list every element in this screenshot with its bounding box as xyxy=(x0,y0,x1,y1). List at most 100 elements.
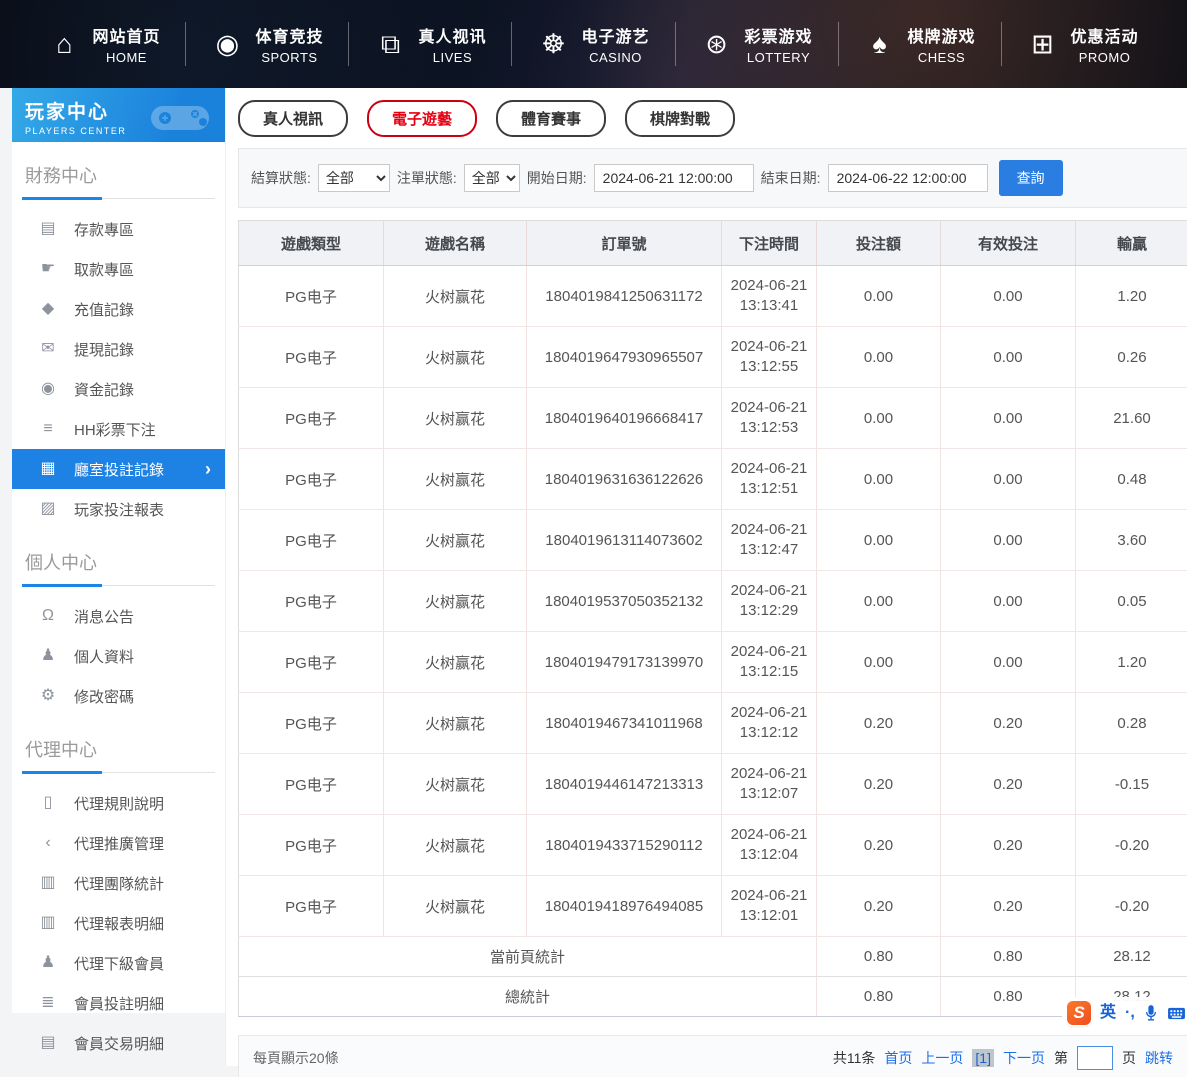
sidebar-item-deposit-card[interactable]: ▤存款專區 xyxy=(12,209,225,249)
sidebar-item-withdraw-record[interactable]: ✉提現記錄 xyxy=(12,329,225,369)
cell-win-loss: 0.28 xyxy=(1076,693,1187,754)
room-bet-record-icon: ▦ xyxy=(39,461,57,477)
settle-status-select[interactable]: 全部 xyxy=(318,164,390,192)
bet-time: 13:12:15 xyxy=(724,662,814,682)
cell-game-type: PG电子 xyxy=(239,266,384,327)
page-jump-input[interactable] xyxy=(1077,1046,1113,1070)
microphone-icon[interactable] xyxy=(1144,1004,1158,1022)
cell-valid-bet: 0.20 xyxy=(941,754,1076,815)
table-row: PG电子火树赢花18040196479309655072024-06-2113:… xyxy=(239,327,1187,388)
bet-time: 13:12:04 xyxy=(724,845,814,865)
cell-bet-amount: 0.00 xyxy=(817,327,941,388)
bet-time: 13:12:55 xyxy=(724,357,814,377)
order-status-select[interactable]: 全部 xyxy=(464,164,520,192)
sidebar-item-lottery-bet[interactable]: ≡HH彩票下注 xyxy=(12,409,225,449)
sidebar-item-withdraw-hand[interactable]: ☛取款專區 xyxy=(12,249,225,289)
cell-win-loss: 1.20 xyxy=(1076,632,1187,693)
sidebar: 玩家中心 PLAYERS CENTER 財務中心▤存款專區☛取款專區◆充值記錄✉… xyxy=(12,88,225,1013)
cell-bet-amount: 0.00 xyxy=(817,266,941,327)
cell-valid-bet: 0.00 xyxy=(941,388,1076,449)
sidebar-item-rules-doc[interactable]: ▯代理規則說明 xyxy=(12,783,225,823)
end-date-input[interactable] xyxy=(828,164,988,192)
nav-item-promo[interactable]: ⊞优惠活动PROMO xyxy=(1002,23,1164,65)
cell-game-name: 火树赢花 xyxy=(384,632,527,693)
first-page-link[interactable]: 首页 xyxy=(884,1048,912,1068)
nav-item-sports[interactable]: ◉体育竞技SPORTS xyxy=(186,23,348,65)
cell-bet-time: 2024-06-2113:12:15 xyxy=(722,632,817,693)
sidebar-item-room-bet-record[interactable]: ▦廳室投註記錄› xyxy=(12,449,225,489)
sidebar-item-gear[interactable]: ⚙修改密碼 xyxy=(12,676,225,716)
sidebar-item-player-report[interactable]: ▨玩家投注報表 xyxy=(12,489,225,529)
cell-order-no: 1804019467341011968 xyxy=(527,693,722,754)
sidebar-item-profile-person[interactable]: ♟個人資料 xyxy=(12,636,225,676)
nav-item-lives[interactable]: ⧉真人视讯LIVES xyxy=(349,23,511,65)
grand-total-row: 總統計0.800.8028.12 xyxy=(239,977,1187,1017)
keyboard-icon[interactable] xyxy=(1167,1006,1186,1021)
nav-item-chess[interactable]: ♠棋牌游戏CHESS xyxy=(839,23,1001,65)
cell-order-no: 1804019479173139970 xyxy=(527,632,722,693)
cell-bet-amount: 0.00 xyxy=(817,388,941,449)
cell-valid-bet: 0.00 xyxy=(941,327,1076,388)
cell-bet-amount: 0.20 xyxy=(817,815,941,876)
start-date-input[interactable] xyxy=(594,164,754,192)
sidebar-item-sub-members[interactable]: ♟代理下級會員 xyxy=(12,943,225,983)
nav-item-home[interactable]: ⌂网站首页HOME xyxy=(23,23,185,65)
cell-game-name: 火树赢花 xyxy=(384,693,527,754)
spade-icon: ♠ xyxy=(864,31,896,58)
nav-item-label-en: LOTTERY xyxy=(745,50,813,65)
table-row: PG电子火树赢花18040198412506311722024-06-2113:… xyxy=(239,266,1187,327)
sidebar-item-report-detail[interactable]: ▥代理報表明細 xyxy=(12,903,225,943)
cell-bet-amount: 0.20 xyxy=(817,876,941,937)
cell-win-loss: -0.15 xyxy=(1076,754,1187,815)
cell-bet-time: 2024-06-2113:12:51 xyxy=(722,449,817,510)
table-row: PG电子火树赢花18040195370503521322024-06-2113:… xyxy=(239,571,1187,632)
pagination-bar: 每頁顯示20條 共11条 首页 上一页 [1] 下一页 第 页 跳转 xyxy=(238,1035,1187,1077)
nav-item-label-en: CASINO xyxy=(581,50,649,65)
bet-date: 2024-06-21 xyxy=(724,581,814,601)
content: 玩家中心 PLAYERS CENTER 財務中心▤存款專區☛取款專區◆充值記錄✉… xyxy=(0,88,1187,1066)
bet-date: 2024-06-21 xyxy=(724,276,814,296)
cell-game-name: 火树赢花 xyxy=(384,510,527,571)
cell-bet-amount: 0.20 xyxy=(817,754,941,815)
ime-punctuation-icon[interactable]: ·, xyxy=(1125,1005,1135,1021)
tab-體育賽事[interactable]: 體育賽事 xyxy=(496,100,606,137)
nav-item-label-en: HOME xyxy=(92,50,160,65)
cell-game-type: PG电子 xyxy=(239,571,384,632)
sidebar-item-recharge-record[interactable]: ◆充值記錄 xyxy=(12,289,225,329)
cell-win-loss: 1.20 xyxy=(1076,266,1187,327)
sidebar-item-announcement-bell[interactable]: Ω消息公告 xyxy=(12,596,225,636)
sidebar-item-member-trans[interactable]: ▤會員交易明細 xyxy=(12,1023,225,1063)
ime-language-toggle[interactable]: 英 xyxy=(1100,1005,1116,1021)
cell-game-type: PG电子 xyxy=(239,327,384,388)
next-page-link[interactable]: 下一页 xyxy=(1003,1048,1045,1068)
nav-item-label-en: SPORTS xyxy=(255,50,323,65)
funds-record-icon: ◉ xyxy=(39,381,57,397)
sidebar-panel: 玩家中心 PLAYERS CENTER 財務中心▤存款專區☛取款專區◆充值記錄✉… xyxy=(12,88,225,1013)
nav-item-text: 电子游艺CASINO xyxy=(581,23,649,65)
page-total-row: 當前頁統計0.800.8028.12 xyxy=(239,937,1187,977)
prev-page-link[interactable]: 上一页 xyxy=(921,1048,963,1068)
tab-棋牌對戰[interactable]: 棋牌對戰 xyxy=(625,100,735,137)
sogou-logo-icon[interactable]: S xyxy=(1067,1001,1091,1025)
cell-order-no: 1804019631636122626 xyxy=(527,449,722,510)
search-button[interactable]: 查詢 xyxy=(999,160,1063,196)
tab-電子遊藝[interactable]: 電子遊藝 xyxy=(367,100,477,137)
sidebar-item-label: 會員投註明細 xyxy=(74,993,164,1014)
nav-item-lottery[interactable]: ⊛彩票游戏LOTTERY xyxy=(676,23,838,65)
table-header-row: 遊戲類型遊戲名稱訂單號下注時間投注額有效投注輸贏 xyxy=(239,221,1187,266)
sidebar-item-label: 代理報表明細 xyxy=(74,913,164,934)
cell-win-loss: 3.60 xyxy=(1076,510,1187,571)
tab-真人視訊[interactable]: 真人視訊 xyxy=(238,100,348,137)
nav-item-casino[interactable]: ☸电子游艺CASINO xyxy=(512,23,674,65)
page-total-row-label: 當前頁統計 xyxy=(239,937,817,977)
sidebar-item-member-bet[interactable]: ≣會員投註明細 xyxy=(12,983,225,1023)
sidebar-item-team-stats[interactable]: ▥代理團隊統計 xyxy=(12,863,225,903)
grand-total-row-label: 總統計 xyxy=(239,977,817,1017)
sidebar-item-funds-record[interactable]: ◉資金記錄 xyxy=(12,369,225,409)
jump-button[interactable]: 跳转 xyxy=(1145,1048,1173,1068)
cell-game-type: PG电子 xyxy=(239,449,384,510)
nav-item-label-zh: 彩票游戏 xyxy=(745,23,813,47)
bet-date: 2024-06-21 xyxy=(724,459,814,479)
sidebar-item-label: 代理推廣管理 xyxy=(74,833,164,854)
sidebar-item-share[interactable]: ‹代理推廣管理 xyxy=(12,823,225,863)
